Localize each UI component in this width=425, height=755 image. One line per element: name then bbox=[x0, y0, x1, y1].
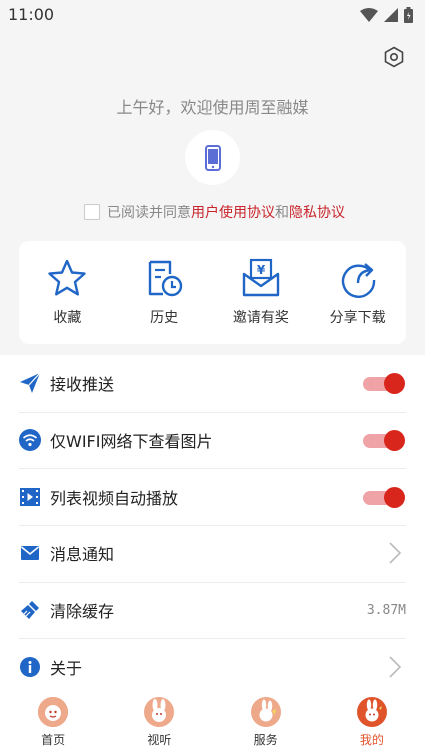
quick-action-invite[interactable]: ¥ 邀请有奖 bbox=[213, 241, 310, 344]
nav-tab-home[interactable]: 首页 bbox=[0, 690, 106, 755]
nav-label: 首页 bbox=[41, 733, 66, 747]
status-bar: 11:00 bbox=[0, 0, 425, 30]
broom-icon bbox=[19, 599, 41, 621]
receive-push-toggle[interactable] bbox=[363, 373, 405, 395]
envelope-icon bbox=[19, 542, 41, 564]
nav-label: 视听 bbox=[147, 733, 172, 747]
bottom-nav: 首页 视听 服务 我的 bbox=[0, 690, 425, 755]
home-mascot-icon bbox=[38, 697, 69, 727]
history-icon bbox=[148, 260, 183, 297]
wifi-images-toggle[interactable] bbox=[363, 430, 405, 452]
user-agreement-link[interactable]: 用户使用协议 bbox=[191, 202, 275, 222]
agreement-joiner: 和 bbox=[275, 205, 289, 221]
info-icon bbox=[19, 656, 41, 678]
autoplay-video-toggle[interactable] bbox=[363, 486, 405, 508]
quick-actions-card: 收藏 历史 ¥ 邀请有奖 分享下载 bbox=[19, 241, 406, 344]
agreement-row: 已阅读并同意 用户使用协议 和 隐私协议 bbox=[84, 202, 345, 222]
cell-signal-icon bbox=[384, 8, 398, 22]
paper-plane-icon bbox=[19, 372, 41, 394]
nav-label: 服务 bbox=[253, 733, 278, 747]
nav-label: 我的 bbox=[359, 733, 384, 747]
chevron-right-icon bbox=[389, 542, 401, 564]
quick-action-share[interactable]: 分享下载 bbox=[309, 241, 406, 344]
settings-button[interactable] bbox=[381, 44, 407, 70]
setting-label: 仅WIFI网络下查看图片 bbox=[50, 432, 213, 452]
invite-reward-icon: ¥ bbox=[242, 258, 280, 297]
media-mascot-icon bbox=[144, 697, 175, 727]
quick-action-label: 收藏 bbox=[53, 310, 82, 326]
login-avatar[interactable] bbox=[185, 130, 240, 185]
status-icons bbox=[360, 7, 413, 23]
chevron-right-icon bbox=[389, 656, 401, 678]
quick-action-label: 分享下载 bbox=[329, 310, 386, 326]
battery-icon bbox=[404, 7, 413, 23]
agreement-prefix: 已阅读并同意 bbox=[107, 205, 191, 221]
setting-clear-cache[interactable]: 清除缓存 3.87M bbox=[0, 581, 425, 639]
setting-autoplay-video[interactable]: 列表视频自动播放 bbox=[0, 468, 425, 525]
setting-label: 清除缓存 bbox=[50, 602, 115, 622]
svg-text:¥: ¥ bbox=[257, 263, 266, 277]
video-icon bbox=[19, 486, 41, 508]
share-download-icon bbox=[341, 263, 375, 298]
setting-notifications[interactable]: 消息通知 bbox=[0, 525, 425, 582]
setting-label: 接收推送 bbox=[50, 375, 115, 395]
wifi-icon bbox=[19, 429, 41, 452]
quick-action-label: 历史 bbox=[150, 310, 179, 326]
nav-tab-media[interactable]: 视听 bbox=[106, 690, 212, 755]
cache-size-value: 3.87M bbox=[366, 602, 406, 618]
setting-label: 列表视频自动播放 bbox=[50, 488, 179, 508]
wifi-signal-icon bbox=[360, 8, 378, 22]
settings-list: 接收推送 仅WIFI网络下查看图片 列表视频自动播放 消息通知 清除缓存 3.8… bbox=[0, 355, 425, 690]
setting-label: 消息通知 bbox=[50, 545, 115, 565]
settings-hexagon-icon bbox=[384, 46, 404, 68]
setting-receive-push[interactable]: 接收推送 bbox=[0, 355, 425, 412]
star-icon bbox=[48, 259, 87, 296]
quick-action-history[interactable]: 历史 bbox=[116, 241, 213, 344]
setting-label: 关于 bbox=[50, 658, 83, 678]
nav-tab-me[interactable]: 我的 bbox=[319, 690, 425, 755]
setting-wifi-images[interactable]: 仅WIFI网络下查看图片 bbox=[0, 411, 425, 469]
privacy-agreement-link[interactable]: 隐私协议 bbox=[289, 202, 345, 222]
quick-action-favorites[interactable]: 收藏 bbox=[19, 241, 116, 344]
phone-icon bbox=[204, 144, 221, 171]
quick-action-label: 邀请有奖 bbox=[232, 310, 289, 326]
greeting-text: 上午好，欢迎使用周至融媒 bbox=[116, 98, 309, 117]
status-time: 11:00 bbox=[8, 5, 55, 24]
agreement-checkbox[interactable] bbox=[84, 204, 100, 220]
setting-about[interactable]: 关于 bbox=[0, 638, 425, 695]
me-mascot-icon bbox=[356, 697, 387, 727]
nav-tab-service[interactable]: 服务 bbox=[213, 690, 319, 755]
service-mascot-icon bbox=[250, 697, 281, 727]
